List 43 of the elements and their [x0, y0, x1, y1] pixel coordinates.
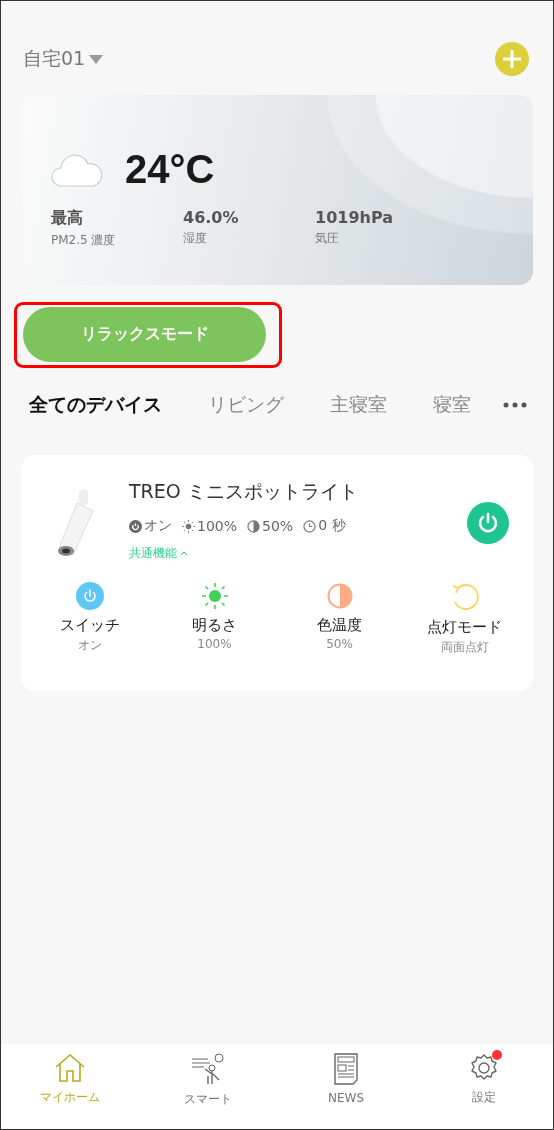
- status-item: 0 秒: [303, 517, 346, 535]
- stat-value: 46.0%: [183, 208, 239, 227]
- cloud-icon: [51, 151, 103, 188]
- home-name[interactable]: 自宅01: [23, 46, 86, 72]
- power-icon: [129, 519, 142, 533]
- room-tab[interactable]: 寝室: [433, 392, 471, 418]
- half-circle-icon: [247, 519, 261, 533]
- control-button[interactable]: スイッチ オン: [27, 582, 152, 656]
- temperature: 24°C: [125, 147, 215, 192]
- nav-tab[interactable]: NEWS: [277, 1052, 415, 1129]
- nav-tab[interactable]: 設定: [415, 1052, 553, 1129]
- stat-label: 湿度: [183, 230, 207, 247]
- status-item: 50%: [247, 517, 294, 535]
- stat-value: 1019hPa: [315, 208, 393, 227]
- sun-icon: [200, 582, 229, 610]
- nav-tab[interactable]: マイホーム: [1, 1052, 139, 1129]
- nav-tab[interactable]: スマート: [139, 1052, 277, 1129]
- more-icon[interactable]: [503, 402, 527, 408]
- presenter-icon: [191, 1053, 225, 1085]
- newspaper-icon: [333, 1053, 359, 1085]
- control-button[interactable]: 色温度 50%: [277, 582, 402, 656]
- power-button[interactable]: [467, 502, 509, 544]
- power-icon: [75, 582, 104, 610]
- plus-icon: [502, 49, 522, 69]
- half-circle-icon: [325, 582, 354, 610]
- stat-value: 最高: [51, 208, 83, 229]
- dropdown-icon[interactable]: [89, 54, 104, 64]
- stat-label: 気圧: [315, 230, 339, 247]
- room-tab[interactable]: リビング: [208, 392, 284, 418]
- clock-icon: [303, 519, 317, 533]
- control-button[interactable]: 明るさ 100%: [152, 582, 277, 656]
- sun-icon: [182, 519, 195, 533]
- stat-label: PM2.5 濃度: [51, 232, 116, 249]
- control-button[interactable]: 点灯モード 両面点灯: [402, 582, 527, 656]
- caret-icon: [180, 551, 188, 556]
- room-tab[interactable]: 主寝室: [330, 392, 387, 418]
- power-icon: [476, 511, 500, 535]
- status-item: オン: [129, 517, 172, 535]
- device-name: TREO ミニスポットライト: [129, 479, 359, 504]
- room-tab[interactable]: 全てのデバイス: [29, 392, 162, 418]
- home-icon: [54, 1053, 86, 1083]
- add-button[interactable]: [495, 42, 529, 76]
- status-item: 100%: [182, 517, 238, 535]
